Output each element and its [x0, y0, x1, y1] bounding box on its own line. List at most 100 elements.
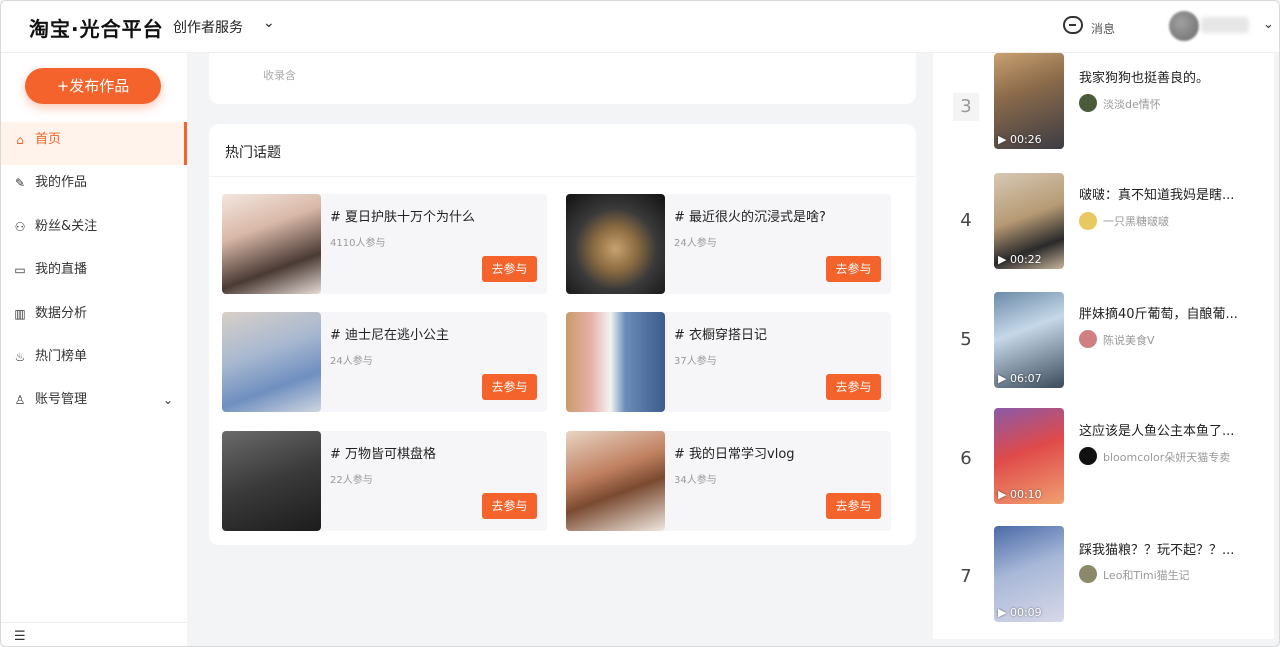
topic-name[interactable]: # 迪士尼在逃小公主 [330, 324, 449, 343]
sidebar-item-home[interactable]: ⌂ 首页 [1, 122, 187, 166]
video-icon: ▭ [14, 263, 26, 278]
topic-count: 24人参与 [330, 356, 373, 367]
video-title[interactable]: 这应该是人鱼公主本鱼了... [1079, 420, 1234, 439]
video-title[interactable]: 踩我猫粮？？玩不起？？... [1079, 539, 1234, 558]
topic-count: 34人参与 [674, 475, 717, 486]
rank-number: 5 [960, 329, 972, 350]
chart-icon: ▥ [14, 306, 26, 321]
ranking-item[interactable]: 5 ▶ 06:07 胖妹摘40斤葡萄，自酿葡... 陈说美食V [933, 290, 1279, 388]
chevron-down-icon[interactable]: ⌄ [1263, 17, 1274, 32]
sidebar-item-label: 我的作品 [35, 175, 88, 191]
author-avatar [1079, 94, 1097, 112]
topic-card[interactable]: # 我的日常学习vlog 34人参与 去参与 [566, 431, 891, 531]
topic-count: 4110人参与 [330, 238, 386, 249]
topic-name[interactable]: # 衣橱穿搭日记 [674, 324, 767, 343]
topic-thumbnail[interactable] [566, 194, 665, 294]
join-button[interactable]: 去参与 [482, 374, 537, 400]
topic-card[interactable]: # 最近很火的沉浸式是啥? 24人参与 去参与 [566, 194, 891, 294]
author-name[interactable]: 淡淡de情怀 [1103, 96, 1161, 112]
author-name[interactable]: Leo和Timi猫生记 [1103, 567, 1190, 583]
video-thumbnail[interactable]: ▶ 00:09 [994, 526, 1064, 622]
join-button[interactable]: 去参与 [826, 256, 881, 282]
join-button[interactable]: 去参与 [826, 493, 881, 519]
topic-name[interactable]: # 最近很火的沉浸式是啥? [674, 206, 826, 225]
sidebar-item-account[interactable]: ♙ 账号管理 ⌄ [1, 382, 187, 425]
author-name[interactable]: 一只黑糖啵啵 [1103, 213, 1169, 229]
video-title[interactable]: 啵啵：真不知道我妈是瞎... [1079, 184, 1234, 203]
app-frame: 淘宝·光合平台 创作者服务 ⌄ 消息 ⌄ +发布作品 ⌂ 首页 ✎ 我的作品 ⚇… [0, 0, 1280, 647]
sidebar-item-label: 我的直播 [35, 262, 88, 278]
topic-thumbnail[interactable] [222, 312, 321, 412]
sidebar-item-works[interactable]: ✎ 我的作品 [1, 165, 187, 208]
author-name[interactable]: bloomcolor朵妍天猫专卖 [1103, 449, 1230, 465]
join-button[interactable]: 去参与 [482, 256, 537, 282]
people-icon: ⚇ [14, 219, 26, 234]
pen-icon: ✎ [14, 176, 26, 191]
topic-count: 22人参与 [330, 475, 373, 486]
rank-number: 6 [960, 448, 972, 469]
duration-text: 06:07 [1009, 372, 1042, 385]
section-title: 热门话题 [225, 145, 281, 161]
ranking-item[interactable]: 4 ▶ 00:22 啵啵：真不知道我妈是瞎... 一只黑糖啵啵 [933, 172, 1279, 270]
topic-name[interactable]: # 夏日护肤十万个为什么 [330, 206, 475, 225]
topic-card[interactable]: # 迪士尼在逃小公主 24人参与 去参与 [222, 312, 547, 412]
video-thumbnail[interactable]: ▶ 00:22 [994, 173, 1064, 269]
sidebar-item-fans[interactable]: ⚇ 粉丝&关注 [1, 209, 187, 252]
message-icon[interactable] [1063, 16, 1083, 34]
scrollbar-track[interactable] [1274, 53, 1279, 646]
topic-card[interactable]: # 万物皆可棋盘格 22人参与 去参与 [222, 431, 547, 531]
chevron-down-icon[interactable]: ⌄ [163, 382, 173, 418]
topic-card[interactable]: # 衣橱穿搭日记 37人参与 去参与 [566, 312, 891, 412]
sidebar-item-live[interactable]: ▭ 我的直播 [1, 252, 187, 295]
collapse-sidebar-icon[interactable]: ☰ [14, 629, 26, 644]
topic-thumbnail[interactable] [566, 312, 665, 412]
video-thumbnail[interactable]: ▶ 00:10 [994, 408, 1064, 504]
topic-thumbnail[interactable] [222, 431, 321, 531]
topic-count: 37人参与 [674, 356, 717, 367]
sidebar-item-ranking[interactable]: ♨ 热门榜单 [1, 339, 187, 382]
video-duration: ▶ 00:26 [998, 133, 1042, 146]
video-duration: ▶ 06:07 [998, 372, 1042, 385]
sidebar-item-label: 热门榜单 [35, 348, 88, 364]
author-avatar [1079, 447, 1097, 465]
join-button[interactable]: 去参与 [482, 493, 537, 519]
author-name[interactable]: 陈说美食V [1103, 332, 1155, 348]
video-title[interactable]: 我家狗狗也挺善良的。 [1079, 67, 1209, 86]
video-thumbnail[interactable]: ▶ 00:26 [994, 53, 1064, 149]
publish-button[interactable]: +发布作品 [25, 68, 161, 104]
video-thumbnail[interactable]: ▶ 06:07 [994, 292, 1064, 388]
video-duration: ▶ 00:22 [998, 253, 1042, 266]
topic-name[interactable]: # 万物皆可棋盘格 [330, 443, 436, 462]
sidebar-item-label: 粉丝&关注 [35, 218, 98, 234]
join-button[interactable]: 去参与 [826, 374, 881, 400]
user-icon: ♙ [14, 393, 26, 408]
messages-link[interactable]: 消息 [1091, 20, 1115, 37]
hot-topics-card: 热门话题 # 夏日护肤十万个为什么 4110人参与 去参与 # 最近很火的沉浸式… [209, 124, 916, 545]
topic-thumbnail[interactable] [566, 431, 665, 531]
platform-logo[interactable]: 淘宝·光合平台 [29, 13, 164, 42]
top-header: 淘宝·光合平台 创作者服务 ⌄ 消息 ⌄ [1, 1, 1279, 53]
duration-text: 00:26 [1009, 133, 1042, 146]
topic-card[interactable]: # 夏日护肤十万个为什么 4110人参与 去参与 [222, 194, 547, 294]
ranking-item[interactable]: 7 ▶ 00:09 踩我猫粮？？玩不起？？... Leo和Timi猫生记 [933, 526, 1279, 624]
duration-text: 00:22 [1009, 253, 1042, 266]
topic-name[interactable]: # 我的日常学习vlog [674, 443, 795, 462]
username-blurred[interactable] [1201, 17, 1249, 33]
hot-video-ranking: 3 ▶ 00:26 我家狗狗也挺善良的。 淡淡de情怀 4 ▶ 00:22 啵啵… [933, 53, 1279, 639]
sidebar-item-label: 账号管理 [35, 392, 88, 408]
ranking-item[interactable]: 3 ▶ 00:26 我家狗狗也挺善良的。 淡淡de情怀 [933, 53, 1279, 151]
sidebar-item-analytics[interactable]: ▥ 数据分析 [1, 296, 187, 339]
video-duration: ▶ 00:09 [998, 606, 1042, 619]
divider [209, 176, 916, 177]
topic-thumbnail[interactable] [222, 194, 321, 294]
sidebar-footer: ☰ [1, 622, 187, 646]
sidebar: +发布作品 ⌂ 首页 ✎ 我的作品 ⚇ 粉丝&关注 ▭ 我的直播 ▥ 数据分析 [1, 53, 187, 646]
author-avatar [1079, 565, 1097, 583]
sidebar-nav: ⌂ 首页 ✎ 我的作品 ⚇ 粉丝&关注 ▭ 我的直播 ▥ 数据分析 ♨ 热门榜单 [1, 122, 187, 426]
ranking-item[interactable]: 6 ▶ 00:10 这应该是人鱼公主本鱼了... bloomcolor朵妍天猫专… [933, 408, 1279, 506]
video-title[interactable]: 胖妹摘40斤葡萄，自酿葡... [1079, 303, 1238, 322]
service-menu[interactable]: 创作者服务 [173, 17, 243, 37]
chevron-down-icon[interactable]: ⌄ [263, 15, 275, 31]
avatar[interactable] [1169, 11, 1199, 41]
overview-card: 收录含 [209, 53, 916, 104]
